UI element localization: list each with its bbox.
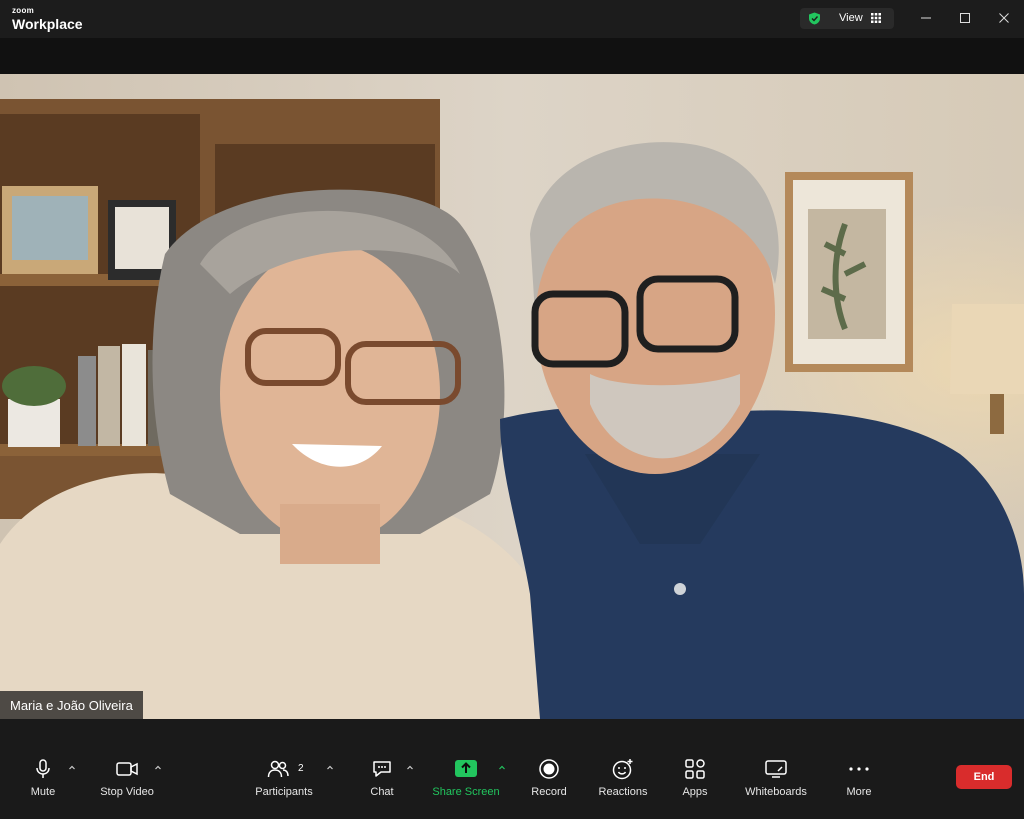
chat-label: Chat: [370, 786, 394, 798]
brand-small-label: zoom: [12, 6, 35, 15]
participant-name-tag: Maria e João Oliveira: [0, 691, 143, 719]
maximize-icon[interactable]: [957, 10, 973, 26]
microphone-icon: [36, 759, 50, 778]
minimize-icon[interactable]: [918, 10, 934, 26]
participants-button[interactable]: 2 Participants: [241, 757, 327, 807]
reactions-smiley-icon: [612, 759, 633, 780]
end-meeting-button[interactable]: End: [956, 765, 1012, 789]
participant-video: Maria e João Oliveira: [0, 74, 1024, 719]
video-camera-icon: [116, 762, 138, 776]
whiteboards-label: Whiteboards: [745, 786, 807, 798]
stop-video-label: Stop Video: [100, 786, 154, 798]
video-feed-illustration: [0, 74, 1024, 719]
title-bar: zoom Workplace View: [0, 0, 1024, 38]
apps-icon: [685, 759, 705, 779]
view-label: View: [839, 12, 863, 24]
meeting-toolbar: Mute Stop Video 2 Participants Chat Shar…: [0, 719, 1024, 819]
participants-count-badge: 2: [298, 763, 304, 774]
video-area: Maria e João Oliveira: [0, 38, 1024, 719]
participants-options-chevron-icon[interactable]: [325, 763, 335, 773]
record-icon: [539, 759, 559, 779]
share-screen-label: Share Screen: [432, 786, 500, 798]
app-logo: zoom Workplace: [12, 6, 83, 32]
participants-icon: [267, 760, 289, 778]
close-icon[interactable]: [996, 10, 1012, 26]
chat-options-chevron-icon[interactable]: [405, 763, 415, 773]
participants-label: Participants: [255, 786, 313, 798]
more-label: More: [846, 786, 872, 798]
mute-options-chevron-icon[interactable]: [67, 763, 77, 773]
chat-bubble-icon: [373, 761, 391, 777]
video-options-chevron-icon[interactable]: [153, 763, 163, 773]
brand-title: Workplace: [12, 16, 83, 32]
share-screen-icon: [455, 760, 477, 777]
more-button[interactable]: More: [816, 757, 902, 807]
apps-label: Apps: [682, 786, 708, 798]
more-ellipsis-icon: [849, 767, 869, 771]
whiteboards-button[interactable]: Whiteboards: [733, 757, 819, 807]
whiteboard-icon: [765, 760, 787, 778]
view-button[interactable]: View: [800, 8, 894, 29]
grid-view-icon: [871, 13, 881, 23]
security-shield-icon: [809, 12, 820, 25]
apps-button[interactable]: Apps: [652, 757, 738, 807]
mute-label: Mute: [30, 786, 56, 798]
